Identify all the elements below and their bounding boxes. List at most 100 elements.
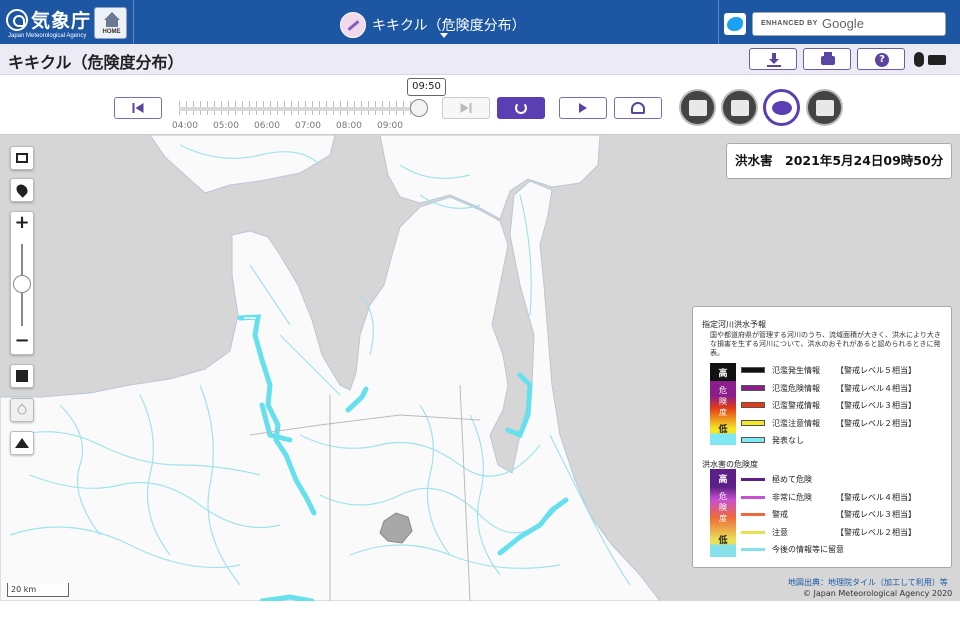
zoom-in-button[interactable]: + [11, 212, 33, 234]
map-layer-button[interactable] [806, 89, 843, 126]
legend-label: 氾濫発生情報 [772, 366, 820, 375]
timeline-tick-label: 08:00 [336, 121, 362, 131]
mouse-keyboard-toggle[interactable] [914, 52, 954, 68]
fullscreen-button[interactable] [10, 146, 34, 170]
legend-label: 今後の情報等に留意 [772, 545, 844, 554]
kikikuru-icon [340, 12, 366, 38]
home-label: HOME [102, 29, 121, 35]
land-hokkaido [149, 135, 336, 194]
legend-label: 氾濫警戒情報 [772, 401, 820, 410]
jma-logo-subtitle: Japan Meteorological Agency [8, 33, 87, 39]
search-enhanced-label: ENHANCED BY [761, 20, 818, 27]
header-divider-right [718, 0, 719, 44]
legend-label: 極めて危険 [772, 475, 812, 484]
legend-swatch [741, 478, 765, 481]
legend-col1-high: 高 [718, 369, 728, 379]
legend-swatch [741, 384, 765, 391]
inundation-icon [730, 99, 749, 116]
map-type-button[interactable] [10, 364, 34, 388]
legend-swatch [741, 513, 765, 516]
legend-level: 【警戒レベル２相当】 [836, 418, 916, 428]
legend-panel: 指定河川洪水予報 国や都道府県が管理する河川のうち、流域面積が大きく、洪水により… [692, 306, 952, 568]
legend-level: 【警戒レベル４相当】 [836, 383, 916, 393]
top-header: 気象庁 Japan Meteorological Agency HOME キキク… [0, 0, 960, 44]
terrain-icon [15, 438, 29, 448]
landslide-layer-button[interactable] [679, 89, 716, 126]
first-frame-button[interactable] [114, 97, 162, 119]
legend-col2-danger-3: 度 [719, 514, 727, 523]
skip-back-icon [132, 103, 144, 113]
twitter-button[interactable] [724, 13, 746, 35]
legend-label: 注意 [772, 527, 788, 537]
legend-label: 氾濫危険情報 [772, 383, 820, 393]
current-time-tooltip: 09:50 [407, 78, 446, 96]
flood-layer-button[interactable] [763, 89, 800, 126]
legend-swatch [741, 548, 765, 551]
refresh-button[interactable] [497, 97, 545, 119]
legend-level: 【警戒レベル４相当】 [836, 492, 916, 502]
rain-button[interactable] [10, 398, 34, 422]
landslide-icon [688, 99, 707, 116]
timeline-tick-label: 06:00 [254, 121, 280, 131]
legend-swatch [741, 419, 765, 426]
timeline-tick-label: 05:00 [213, 121, 239, 131]
terrain-button[interactable] [10, 431, 34, 455]
map-attribution-link[interactable]: 地図出典：地理院タイル（加工して利用）等 [788, 577, 948, 588]
legend-level: 【警戒レベル３相当】 [836, 401, 916, 410]
legend-label: 警戒 [772, 510, 788, 519]
timeline-tick-label: 07:00 [295, 121, 321, 131]
help-icon: ? [875, 53, 889, 67]
legend-col2: 高 危 険 度 低 [710, 469, 736, 557]
home-icon [104, 12, 120, 20]
home-button[interactable]: HOME [94, 7, 127, 39]
legend-col2-danger-2: 険 [719, 503, 727, 512]
speed-button[interactable] [614, 97, 662, 119]
legend-col1: 高 危 険 度 低 [710, 363, 736, 445]
zoom-control: + − [10, 211, 34, 355]
legend-col1-danger-1: 危 [719, 386, 727, 395]
legend-swatch [741, 495, 765, 499]
info-box: 洪水害 2021年5月24日09時50分 [726, 143, 952, 179]
timeline-knob[interactable] [409, 99, 428, 117]
zoom-out-button[interactable]: − [11, 330, 33, 352]
map-type-icon [16, 370, 28, 382]
inundation-layer-button[interactable] [721, 89, 758, 126]
timeline-bar: 09:50 04:00 05:00 06:00 07:00 08:00 09:00 [0, 75, 960, 135]
page-title-bar: キキクル（危険度分布） ? [0, 44, 960, 75]
search-google-label: Google [822, 16, 864, 31]
map-icon [815, 99, 834, 116]
download-icon-base [767, 65, 781, 67]
legend-level: 【警戒レベル２相当】 [836, 527, 916, 537]
legend-swatch [741, 402, 765, 408]
location-button[interactable] [10, 178, 34, 202]
print-button[interactable] [803, 48, 851, 70]
timeline-track[interactable] [179, 107, 426, 111]
legend-section1-title: 指定河川洪水予報 [702, 320, 766, 329]
jma-logo-text: 気象庁 [31, 10, 92, 32]
gauge-icon [631, 102, 645, 114]
jma-emblem-icon [6, 9, 28, 31]
mouse-icon [914, 52, 924, 67]
keyboard-icon [928, 55, 946, 65]
legend-label: 氾濫注意情報 [772, 418, 820, 428]
location-pin-icon [14, 182, 30, 198]
legend-level: 【警戒レベル５相当】 [836, 366, 916, 375]
legend-col1-danger-2: 険 [719, 397, 727, 406]
legend-swatch [741, 437, 765, 443]
zoom-knob[interactable] [13, 275, 31, 293]
search-input[interactable]: ENHANCED BY Google [752, 12, 946, 36]
help-button[interactable]: ? [857, 48, 905, 70]
app-root: 気象庁 Japan Meteorological Agency HOME キキク… [0, 0, 960, 617]
legend-label: 発表なし [772, 436, 804, 445]
last-frame-button[interactable] [442, 97, 490, 119]
app-title: キキクル（危険度分布） [372, 18, 526, 34]
map-copyright: © Japan Meteorological Agency 2020 [803, 589, 953, 598]
download-button[interactable] [749, 48, 797, 70]
info-type: 洪水害 [735, 153, 773, 168]
play-button[interactable] [559, 97, 607, 119]
info-datetime: 2021年5月24日09時50分 [785, 153, 944, 168]
legend-label: 非常に危険 [772, 492, 812, 502]
jma-logo[interactable]: 気象庁 Japan Meteorological Agency [6, 6, 92, 40]
skip-forward-icon [460, 103, 472, 113]
legend-level: 【警戒レベル３相当】 [836, 510, 916, 519]
